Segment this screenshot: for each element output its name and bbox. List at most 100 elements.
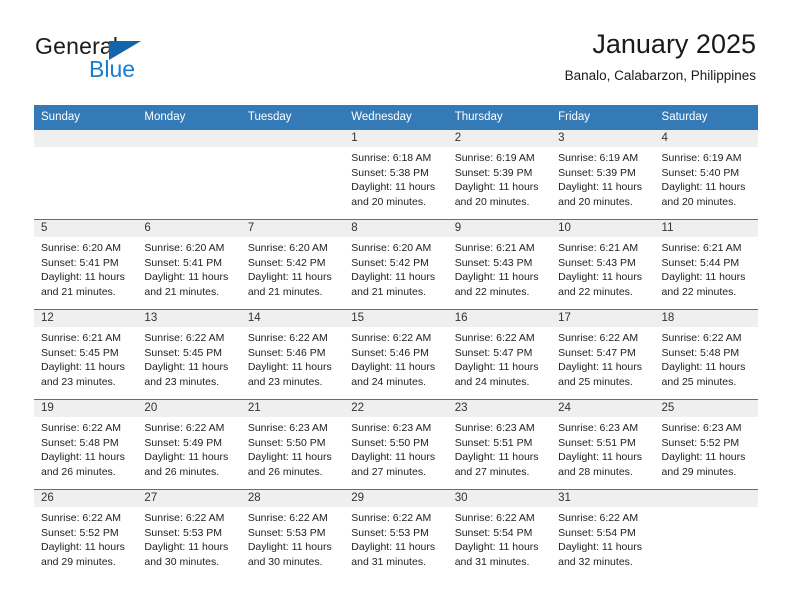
calendar-day-cell-empty xyxy=(34,129,138,220)
day-details: Sunrise: 6:19 AM Sunset: 5:40 PM Daylight:… xyxy=(655,147,758,209)
day-number: 5 xyxy=(34,220,138,237)
day-number: 20 xyxy=(137,400,241,417)
day-number: 17 xyxy=(551,310,655,327)
calendar-day-cell[interactable]: 21 Sunrise: 6:23 AM Sunset: 5:50 PM Dayligh… xyxy=(240,399,345,490)
calendar-day-cell[interactable]: 12 Sunrise: 6:21 AM Sunset: 5:45 PM Dayligh… xyxy=(34,309,138,400)
calendar-day-cell[interactable]: 10 Sunrise: 6:21 AM Sunset: 5:43 PM Dayligh… xyxy=(551,219,655,310)
sunrise-text: Sunrise: 6:20 AM xyxy=(351,242,432,254)
sunset-text: Sunset: 5:47 PM xyxy=(558,346,636,359)
daylight-text: Daylight: 11 hours and 20 minutes. xyxy=(351,181,436,208)
sunset-text: Sunset: 5:54 PM xyxy=(454,526,533,539)
day-details: Sunrise: 6:23 AM Sunset: 5:52 PM Daylight:… xyxy=(655,417,758,479)
day-details: Sunrise: 6:20 AM Sunset: 5:41 PM Daylight:… xyxy=(34,237,137,299)
daylight-text: Daylight: 11 hours and 22 minutes. xyxy=(558,271,642,298)
sunrise-text: Sunrise: 6:20 AM xyxy=(41,242,121,254)
daylight-text: Daylight: 11 hours and 26 minutes. xyxy=(144,451,229,478)
sunset-text: Sunset: 5:43 PM xyxy=(558,256,636,269)
sunset-text: Sunset: 5:39 PM xyxy=(454,166,533,179)
sunset-text: Sunset: 5:45 PM xyxy=(144,346,223,359)
calendar-day-cell[interactable]: 29 Sunrise: 6:22 AM Sunset: 5:53 PM Dayligh… xyxy=(344,489,448,580)
calendar-day-cell[interactable]: 24 Sunrise: 6:23 AM Sunset: 5:51 PM Dayligh… xyxy=(551,399,655,490)
daylight-text: Daylight: 11 hours and 29 minutes. xyxy=(41,541,125,568)
calendar-day-cell[interactable]: 11 Sunrise: 6:21 AM Sunset: 5:44 PM Dayligh… xyxy=(654,219,758,310)
calendar-day-cell[interactable]: 23 Sunrise: 6:23 AM Sunset: 5:51 PM Dayligh… xyxy=(447,399,552,490)
sunset-text: Sunset: 5:53 PM xyxy=(144,526,223,539)
calendar-day-cell[interactable]: 22 Sunrise: 6:23 AM Sunset: 5:50 PM Dayligh… xyxy=(344,399,448,490)
sunrise-text: Sunrise: 6:20 AM xyxy=(247,242,328,254)
daylight-text: Daylight: 11 hours and 23 minutes. xyxy=(247,361,332,388)
daylight-text: Daylight: 11 hours and 26 minutes. xyxy=(41,451,125,478)
day-number: 11 xyxy=(654,220,758,237)
day-number: 19 xyxy=(34,400,138,417)
day-number: 24 xyxy=(551,400,655,417)
sunrise-text: Sunrise: 6:23 AM xyxy=(351,422,432,434)
calendar-day-cell[interactable]: 26 Sunrise: 6:22 AM Sunset: 5:52 PM Dayligh… xyxy=(34,489,138,580)
calendar-day-cell[interactable]: 8 Sunrise: 6:20 AM Sunset: 5:42 PM Daylight… xyxy=(344,219,448,310)
calendar-day-cell[interactable]: 31 Sunrise: 6:22 AM Sunset: 5:54 PM Dayligh… xyxy=(551,489,655,580)
calendar-day-cell[interactable]: 27 Sunrise: 6:22 AM Sunset: 5:53 PM Dayligh… xyxy=(137,489,241,580)
calendar-day-cell[interactable]: 1 Sunrise: 6:18 AM Sunset: 5:38 PM Daylight… xyxy=(344,129,448,220)
calendar-day-cell[interactable]: 13 Sunrise: 6:22 AM Sunset: 5:45 PM Dayligh… xyxy=(137,309,241,400)
calendar-day-cell[interactable]: 4 Sunrise: 6:19 AM Sunset: 5:40 PM Daylight… xyxy=(654,129,758,220)
sunrise-text: Sunrise: 6:23 AM xyxy=(661,422,742,434)
daylight-text: Daylight: 11 hours and 30 minutes. xyxy=(144,541,229,568)
calendar-day-cell[interactable]: 25 Sunrise: 6:23 AM Sunset: 5:52 PM Dayligh… xyxy=(654,399,758,490)
general-blue-logo[interactable]: General Blue xyxy=(35,33,215,85)
daylight-text: Daylight: 11 hours and 22 minutes. xyxy=(661,271,746,298)
calendar-day-cell[interactable]: 30 Sunrise: 6:22 AM Sunset: 5:54 PM Dayligh… xyxy=(447,489,552,580)
day-number: 28 xyxy=(240,490,345,507)
calendar-day-cell[interactable]: 18 Sunrise: 6:22 AM Sunset: 5:48 PM Dayligh… xyxy=(654,309,758,400)
sunrise-text: Sunrise: 6:22 AM xyxy=(41,422,121,434)
day-number: 30 xyxy=(447,490,552,507)
sunrise-text: Sunrise: 6:22 AM xyxy=(351,332,432,344)
calendar-day-cell[interactable]: 5 Sunrise: 6:20 AM Sunset: 5:41 PM Daylight… xyxy=(34,219,138,310)
sunrise-text: Sunrise: 6:19 AM xyxy=(558,152,639,164)
daylight-text: Daylight: 11 hours and 25 minutes. xyxy=(558,361,642,388)
calendar-day-cell[interactable]: 9 Sunrise: 6:21 AM Sunset: 5:43 PM Daylight… xyxy=(447,219,552,310)
calendar-day-cell[interactable]: 16 Sunrise: 6:22 AM Sunset: 5:47 PM Dayligh… xyxy=(447,309,552,400)
day-details: Sunrise: 6:22 AM Sunset: 5:48 PM Daylight:… xyxy=(34,417,137,479)
day-details: Sunrise: 6:22 AM Sunset: 5:47 PM Daylight:… xyxy=(551,327,654,389)
sunset-text: Sunset: 5:46 PM xyxy=(351,346,429,359)
title-block: January 2025 Banalo, Calabarzon, Philipp… xyxy=(565,28,756,86)
calendar-day-cell-empty xyxy=(137,129,241,220)
day-details: Sunrise: 6:22 AM Sunset: 5:54 PM Daylight:… xyxy=(551,507,654,569)
sunset-text: Sunset: 5:42 PM xyxy=(351,256,429,269)
calendar-day-cell[interactable]: 17 Sunrise: 6:22 AM Sunset: 5:47 PM Dayligh… xyxy=(551,309,655,400)
daylight-text: Daylight: 11 hours and 31 minutes. xyxy=(351,541,436,568)
daylight-text: Daylight: 11 hours and 23 minutes. xyxy=(41,361,125,388)
sunset-text: Sunset: 5:40 PM xyxy=(661,166,740,179)
calendar-day-cell-empty xyxy=(240,129,345,220)
calendar-day-cell-empty xyxy=(654,489,758,580)
sunset-text: Sunset: 5:53 PM xyxy=(247,526,326,539)
daylight-text: Daylight: 11 hours and 28 minutes. xyxy=(558,451,642,478)
calendar-body: 1 Sunrise: 6:18 AM Sunset: 5:38 PM Daylight… xyxy=(34,129,758,580)
calendar-day-cell[interactable]: 7 Sunrise: 6:20 AM Sunset: 5:42 PM Daylight… xyxy=(240,219,345,310)
sunrise-text: Sunrise: 6:21 AM xyxy=(661,242,742,254)
calendar-day-cell[interactable]: 14 Sunrise: 6:22 AM Sunset: 5:46 PM Dayligh… xyxy=(240,309,345,400)
sunrise-text: Sunrise: 6:22 AM xyxy=(144,422,225,434)
calendar-day-cell[interactable]: 3 Sunrise: 6:19 AM Sunset: 5:39 PM Daylight… xyxy=(551,129,655,220)
daylight-text: Daylight: 11 hours and 20 minutes. xyxy=(661,181,746,208)
day-number: 31 xyxy=(551,490,655,507)
daylight-text: Daylight: 11 hours and 32 minutes. xyxy=(558,541,642,568)
calendar-week-row: 26 Sunrise: 6:22 AM Sunset: 5:52 PM Dayligh… xyxy=(34,489,758,580)
calendar-day-cell[interactable]: 20 Sunrise: 6:22 AM Sunset: 5:49 PM Dayligh… xyxy=(137,399,241,490)
day-details: Sunrise: 6:23 AM Sunset: 5:51 PM Daylight:… xyxy=(551,417,654,479)
sunrise-text: Sunrise: 6:21 AM xyxy=(41,332,121,344)
calendar-day-cell[interactable]: 28 Sunrise: 6:22 AM Sunset: 5:53 PM Dayligh… xyxy=(240,489,345,580)
weekday-header-saturday: Saturday xyxy=(654,105,758,130)
sunrise-text: Sunrise: 6:22 AM xyxy=(454,512,535,524)
calendar-day-cell[interactable]: 19 Sunrise: 6:22 AM Sunset: 5:48 PM Dayligh… xyxy=(34,399,138,490)
day-number: 15 xyxy=(344,310,448,327)
daylight-text: Daylight: 11 hours and 21 minutes. xyxy=(351,271,436,298)
calendar-day-cell[interactable]: 15 Sunrise: 6:22 AM Sunset: 5:46 PM Dayligh… xyxy=(344,309,448,400)
weekday-header-friday: Friday xyxy=(551,105,655,130)
daylight-text: Daylight: 11 hours and 27 minutes. xyxy=(351,451,436,478)
calendar-day-cell[interactable]: 2 Sunrise: 6:19 AM Sunset: 5:39 PM Daylight… xyxy=(447,129,552,220)
day-number: 13 xyxy=(137,310,241,327)
sunrise-text: Sunrise: 6:22 AM xyxy=(41,512,121,524)
daylight-text: Daylight: 11 hours and 22 minutes. xyxy=(454,271,539,298)
calendar-day-cell[interactable]: 6 Sunrise: 6:20 AM Sunset: 5:41 PM Daylight… xyxy=(137,219,241,310)
daylight-text: Daylight: 11 hours and 27 minutes. xyxy=(454,451,539,478)
